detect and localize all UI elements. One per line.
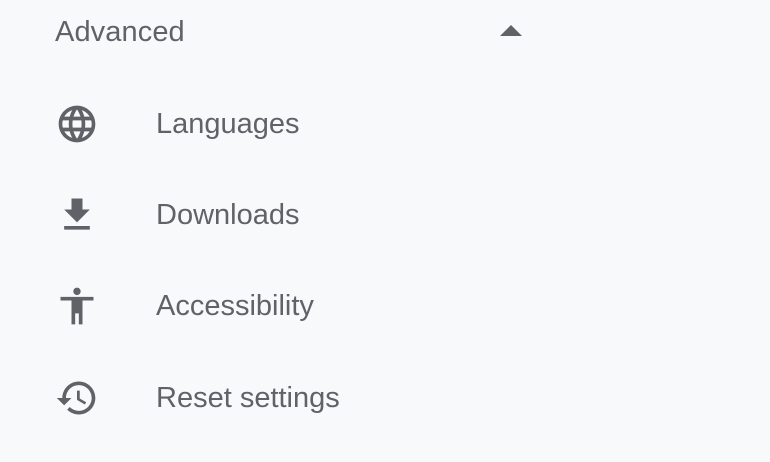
download-icon bbox=[55, 193, 99, 237]
advanced-section-toggle[interactable]: Advanced bbox=[0, 0, 560, 64]
restore-icon bbox=[55, 376, 99, 420]
sidebar-item-label: Languages bbox=[156, 108, 300, 140]
sidebar-item-label: Downloads bbox=[156, 199, 300, 231]
sidebar-item-label: Accessibility bbox=[156, 290, 314, 322]
sidebar-item-accessibility[interactable]: Accessibility bbox=[0, 264, 560, 344]
accessibility-icon bbox=[55, 284, 99, 328]
advanced-section-title: Advanced bbox=[55, 16, 185, 48]
sidebar-item-label: Reset settings bbox=[156, 382, 340, 414]
arrow-drop-up-icon bbox=[500, 25, 522, 36]
globe-icon bbox=[55, 102, 99, 146]
sidebar-item-downloads[interactable]: Downloads bbox=[0, 173, 560, 253]
sidebar-item-languages[interactable]: Languages bbox=[0, 82, 560, 162]
sidebar-item-reset-settings[interactable]: Reset settings bbox=[0, 356, 560, 436]
